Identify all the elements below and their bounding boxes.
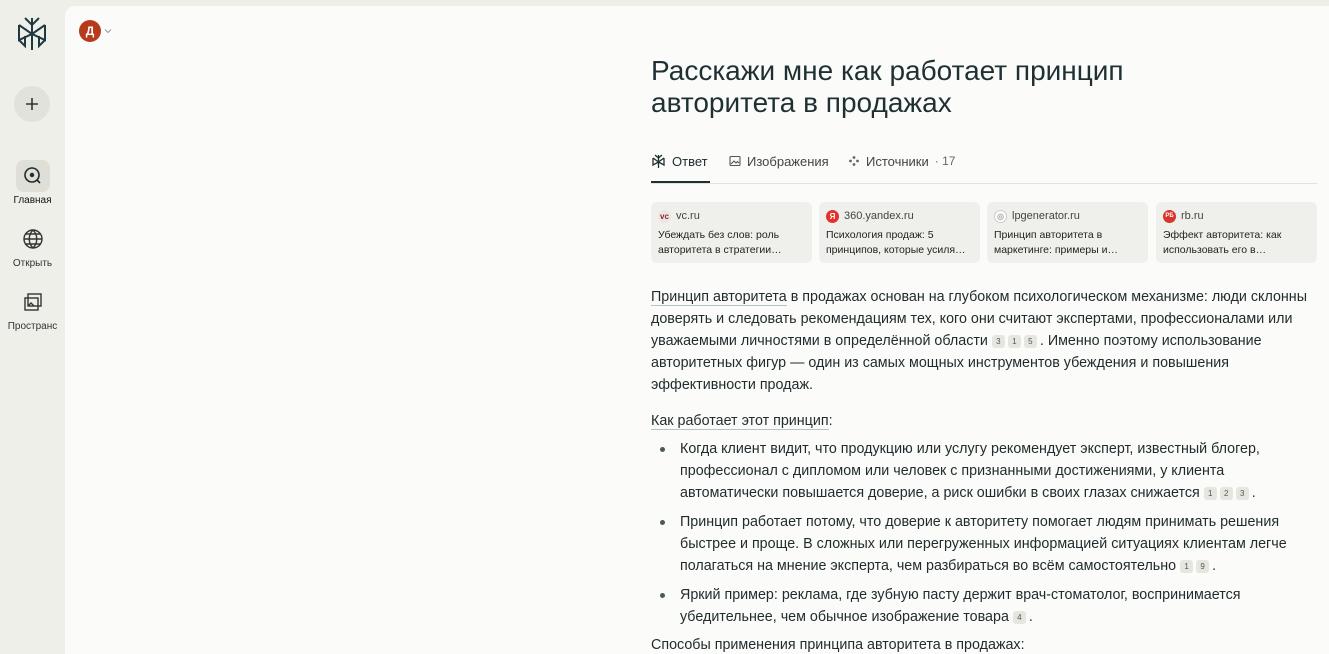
- source-domain: vc.ru: [676, 210, 700, 222]
- result-tabs: Ответ Изображения Источники · 17: [651, 144, 1317, 184]
- left-rail: Главная Открыть Пространс: [0, 0, 65, 654]
- globe-icon: [16, 223, 50, 255]
- source-card[interactable]: vc vc.ru Убеждать без слов: роль авторит…: [651, 202, 812, 263]
- citation-badge[interactable]: 1: [1007, 335, 1021, 348]
- spaces-icon: [16, 286, 50, 318]
- rb-icon: РБ: [1163, 209, 1176, 223]
- sources-row: vc vc.ru Убеждать без слов: роль авторит…: [651, 202, 1317, 264]
- source-card[interactable]: ◎ lpgenerator.ru Принцип авторитета в ма…: [987, 202, 1148, 263]
- tab-label: Ответ: [672, 153, 708, 169]
- sidebar-item-label: Главная: [13, 195, 52, 206]
- inline-link[interactable]: Как работает этот принцип: [651, 413, 829, 430]
- list-item: Принцип работает потому, что доверие к а…: [660, 511, 1310, 577]
- answer-heading: Способы применения принципа авторитета в…: [651, 637, 1025, 653]
- tab-label: Источники: [866, 153, 929, 169]
- citation-badge[interactable]: 2: [1219, 487, 1233, 500]
- answer-heading: Как работает этот принцип:: [651, 413, 833, 430]
- main-panel: Д Расскажи мне как работает принцип авто…: [65, 6, 1329, 654]
- list-item: Яркий пример: реклама, где зубную пасту …: [660, 584, 1310, 628]
- bullet-dot: [660, 447, 665, 452]
- source-title: Принцип авторитета в маркетинге: примеры…: [994, 229, 1118, 256]
- source-title: Эффект авторитета: как использовать его …: [1163, 229, 1282, 256]
- sidebar-item-home[interactable]: Главная: [0, 160, 65, 206]
- sources-icon: [849, 156, 859, 166]
- user-menu[interactable]: Д: [79, 20, 112, 42]
- plus-icon: [26, 98, 38, 110]
- citation-badge[interactable]: 4: [1012, 611, 1026, 624]
- citation-badge[interactable]: 9: [1196, 560, 1210, 573]
- chevron-down-icon: [104, 29, 112, 34]
- inline-link[interactable]: Принцип авторитета: [651, 289, 787, 306]
- sidebar-item-spaces[interactable]: Пространс: [0, 286, 65, 332]
- bullet-dot: [660, 520, 665, 525]
- answer-paragraph: Принцип авторитета в продажах основан на…: [651, 289, 1307, 393]
- citation-badge[interactable]: 3: [1235, 487, 1249, 500]
- source-title: Психология продаж: 5 принципов, которые …: [826, 229, 966, 256]
- source-domain: 360.yandex.ru: [844, 210, 914, 222]
- page-title: Расскажи мне как работает принцип автори…: [651, 55, 1124, 118]
- tab-answer[interactable]: Ответ: [651, 151, 708, 171]
- search-icon: [15, 160, 50, 192]
- sidebar-item-label: Пространс: [7, 321, 58, 332]
- tab-label: Изображения: [747, 153, 829, 169]
- perplexity-logo-icon[interactable]: [16, 16, 48, 52]
- source-card[interactable]: Я 360.yandex.ru Психология продаж: 5 при…: [819, 202, 980, 263]
- source-domain: lpgenerator.ru: [1012, 210, 1080, 222]
- bullet-dot: [660, 593, 665, 598]
- source-domain: rb.ru: [1181, 210, 1204, 222]
- tab-sources[interactable]: Источники · 17: [848, 151, 955, 171]
- citation-badge[interactable]: 3: [991, 335, 1005, 348]
- image-icon: [729, 155, 741, 167]
- site-favicon-icon: vc: [658, 209, 671, 223]
- source-title: Убеждать без слов: роль авторитета в стр…: [658, 229, 782, 256]
- globe-icon: ◎: [994, 209, 1007, 223]
- source-card[interactable]: РБ rb.ru Эффект авторитета: как использо…: [1156, 202, 1317, 263]
- sources-count: · 17: [934, 154, 956, 168]
- citation-badge[interactable]: 1: [1203, 487, 1217, 500]
- new-thread-button[interactable]: [14, 86, 50, 122]
- citation-badge[interactable]: 5: [1023, 335, 1037, 348]
- yandex-icon: Я: [826, 209, 839, 223]
- sidebar-item-label: Открыть: [12, 258, 53, 269]
- citation-badge[interactable]: 1: [1180, 560, 1194, 573]
- active-tab-indicator: [651, 181, 710, 183]
- avatar: Д: [79, 20, 101, 42]
- tab-images[interactable]: Изображения: [729, 151, 829, 171]
- list-item: Когда клиент видит, что продукцию или ус…: [660, 438, 1310, 504]
- sidebar-item-discover[interactable]: Открыть: [0, 223, 65, 269]
- perplexity-icon: [652, 154, 665, 168]
